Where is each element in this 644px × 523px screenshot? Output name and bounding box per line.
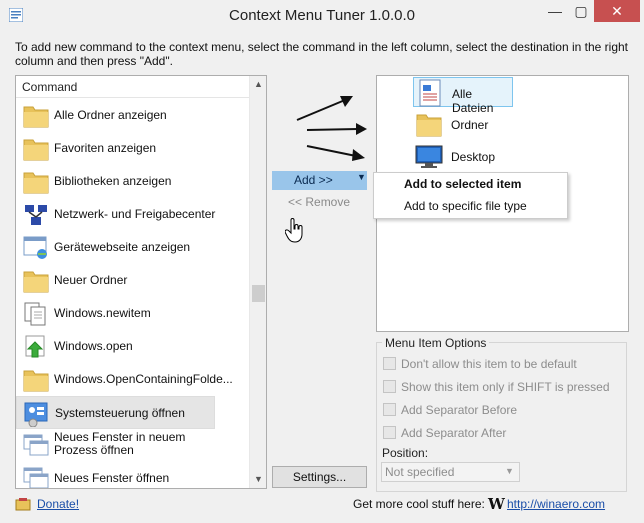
document-icon bbox=[24, 302, 46, 326]
close-button[interactable]: ✕ bbox=[594, 0, 640, 22]
command-label: Bibliotheken anzeigen bbox=[54, 174, 172, 188]
folder-icon bbox=[23, 106, 49, 128]
command-label: Gerätewebseite anzeigen bbox=[54, 240, 191, 254]
scroll-down-arrow[interactable]: ▼ bbox=[250, 471, 266, 488]
option-label: Don't allow this item to be default bbox=[401, 357, 577, 371]
control-panel-icon bbox=[24, 402, 48, 427]
command-column-header[interactable]: Command bbox=[16, 76, 249, 98]
command-item[interactable]: Neues Fenster öffnen bbox=[16, 462, 249, 488]
option-label: Show this item only if SHIFT is pressed bbox=[401, 380, 610, 394]
winaero-link[interactable]: http://winaero.com bbox=[507, 497, 605, 511]
command-label: Favoriten anzeigen bbox=[54, 141, 157, 155]
command-label: Systemsteuerung öffnen bbox=[55, 406, 185, 420]
checkbox[interactable] bbox=[383, 403, 396, 416]
checkbox[interactable] bbox=[383, 357, 396, 370]
folder-icon bbox=[23, 370, 49, 392]
menu-item-add-to-selected[interactable]: Add to selected item bbox=[374, 173, 567, 195]
donate-link[interactable]: Donate! bbox=[37, 497, 79, 511]
scroll-up-arrow[interactable]: ▲ bbox=[250, 76, 266, 93]
open-arrow-icon bbox=[25, 335, 45, 358]
checkbox[interactable] bbox=[383, 426, 396, 439]
folder-icon bbox=[23, 139, 49, 161]
command-item[interactable]: Windows.OpenContainingFolde... bbox=[16, 363, 249, 396]
command-list-scrollbar[interactable]: ▲ ▼ bbox=[249, 76, 266, 488]
option-label: Add Separator Before bbox=[401, 403, 518, 417]
command-item[interactable]: Windows.newitem bbox=[16, 297, 249, 330]
add-button-label: Add >> bbox=[294, 173, 333, 187]
destination-item[interactable]: Desktop bbox=[413, 141, 513, 171]
promo-text: Get more cool stuff here: bbox=[353, 497, 485, 511]
checkbox[interactable] bbox=[383, 380, 396, 393]
command-item[interactable]: Neuer Ordner bbox=[16, 264, 249, 297]
destination-label: Ordner bbox=[451, 118, 489, 132]
add-dropdown-menu: Add to selected item Add to specific fil… bbox=[373, 172, 568, 219]
command-label: Windows.OpenContainingFolde... bbox=[54, 372, 233, 386]
command-item[interactable]: Netzwerk- und Freigabecenter bbox=[16, 198, 249, 231]
remove-button[interactable]: << Remove bbox=[288, 195, 350, 209]
options-group-title: Menu Item Options bbox=[382, 336, 490, 350]
command-label: Neues Fenster in neuem Prozess öffnen bbox=[54, 430, 186, 457]
command-label: Windows.newitem bbox=[54, 306, 151, 320]
command-label: Alle Ordner anzeigen bbox=[54, 108, 167, 122]
donate-icon bbox=[15, 498, 31, 511]
chevron-down-icon: ▼ bbox=[505, 466, 514, 476]
instructions-text: To add new command to the context menu, … bbox=[15, 40, 629, 68]
destination-item-selected[interactable]: Alle Dateien bbox=[413, 77, 513, 115]
folder-icon bbox=[23, 172, 49, 194]
window-icon bbox=[23, 434, 49, 456]
webpage-icon bbox=[23, 236, 47, 259]
desktop-icon bbox=[415, 145, 443, 168]
folder-icon bbox=[23, 271, 49, 293]
destination-label: Desktop bbox=[451, 150, 496, 164]
position-label: Position: bbox=[382, 446, 429, 460]
title-bar: Context Menu Tuner 1.0.0.0 — ▢ ✕ bbox=[0, 0, 644, 32]
scroll-thumb[interactable] bbox=[252, 285, 265, 302]
add-button[interactable]: Add >> ▼ bbox=[272, 171, 367, 190]
command-item-selected[interactable]: Systemsteuerung öffnen bbox=[16, 396, 215, 429]
command-item[interactable]: Neues Fenster in neuem Prozess öffnen bbox=[16, 429, 249, 462]
position-select[interactable]: Not specified ▼ bbox=[381, 462, 520, 482]
window-icon bbox=[23, 467, 49, 488]
destination-item[interactable]: Ordner bbox=[413, 109, 513, 139]
footer: Donate! Get more cool stuff here: W http… bbox=[15, 495, 635, 514]
command-label: Neues Fenster öffnen bbox=[54, 471, 170, 485]
hand-cursor-icon bbox=[285, 218, 303, 243]
all-files-icon bbox=[419, 79, 441, 107]
command-item[interactable]: Favoriten anzeigen bbox=[16, 132, 249, 165]
position-value: Not specified bbox=[385, 465, 455, 479]
command-label: Windows.open bbox=[54, 339, 133, 353]
command-item[interactable]: Alle Ordner anzeigen bbox=[16, 99, 249, 132]
menu-item-add-to-file-type[interactable]: Add to specific file type bbox=[374, 195, 567, 217]
command-item[interactable]: Windows.open bbox=[16, 330, 249, 363]
minimize-button[interactable]: — bbox=[542, 0, 568, 22]
option-label: Add Separator After bbox=[401, 426, 507, 440]
folder-icon bbox=[416, 114, 442, 137]
settings-button[interactable]: Settings... bbox=[272, 466, 367, 488]
command-item[interactable]: Gerätewebseite anzeigen bbox=[16, 231, 249, 264]
command-item[interactable]: Bibliotheken anzeigen bbox=[16, 165, 249, 198]
dropdown-caret-icon[interactable]: ▼ bbox=[357, 172, 366, 182]
direction-arrows-graphic bbox=[296, 96, 367, 161]
command-label: Neuer Ordner bbox=[54, 273, 128, 287]
command-label: Netzwerk- und Freigabecenter bbox=[54, 207, 216, 221]
command-list[interactable]: Command Alle Ordner anzeigen Favoriten a… bbox=[15, 75, 267, 489]
network-icon bbox=[25, 205, 47, 225]
winaero-logo: W bbox=[488, 495, 505, 513]
maximize-button[interactable]: ▢ bbox=[568, 0, 594, 22]
